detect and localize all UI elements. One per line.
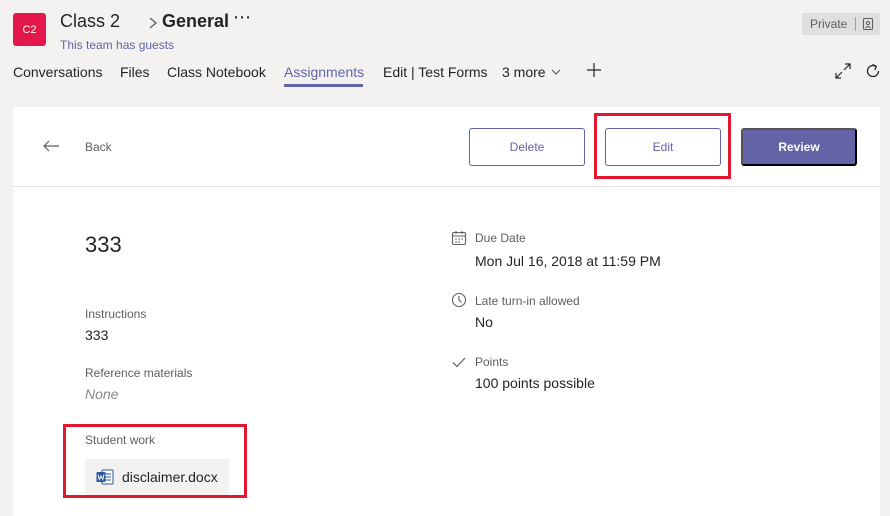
instructions-label: Instructions xyxy=(85,307,147,321)
tab-assignments[interactable]: Assignments xyxy=(284,64,364,80)
active-tab-indicator xyxy=(284,84,363,87)
clock-icon xyxy=(451,292,467,308)
tab-conversations[interactable]: Conversations xyxy=(13,64,103,80)
reference-materials-value: None xyxy=(85,386,119,402)
team-avatar[interactable]: C2 xyxy=(13,13,46,46)
arrow-left-icon[interactable] xyxy=(42,139,60,153)
tab-class-notebook[interactable]: Class Notebook xyxy=(167,64,266,80)
points-label: Points xyxy=(475,355,509,369)
expand-icon[interactable] xyxy=(834,62,852,80)
privacy-divider xyxy=(855,17,857,31)
tab-more[interactable]: 3 more xyxy=(502,64,546,80)
back-link[interactable]: Back xyxy=(85,140,112,154)
more-options-icon[interactable]: ⋯ xyxy=(233,7,252,28)
guest-notice: This team has guests xyxy=(60,38,175,52)
reference-materials-label: Reference materials xyxy=(85,366,193,380)
assignment-title: 333 xyxy=(85,232,122,257)
tab-edit-test-forms[interactable]: Edit | Test Forms xyxy=(383,64,488,80)
late-turn-in-label: Late turn-in allowed xyxy=(475,294,580,308)
student-work-highlight-box xyxy=(63,424,247,498)
points-value: 100 points possible xyxy=(475,375,595,391)
edit-highlight-box xyxy=(594,113,731,179)
channel-name[interactable]: General xyxy=(162,11,229,32)
due-date-label: Due Date xyxy=(475,231,526,245)
privacy-label: Private xyxy=(810,17,848,31)
calendar-icon xyxy=(451,231,467,246)
due-date-value: Mon Jul 16, 2018 at 11:59 PM xyxy=(475,253,661,269)
tab-files[interactable]: Files xyxy=(120,64,150,80)
chevron-down-icon[interactable] xyxy=(551,68,561,76)
team-name[interactable]: Class 2 xyxy=(60,11,120,32)
late-turn-in-value: No xyxy=(475,314,493,330)
privacy-badge[interactable]: Private xyxy=(802,13,880,35)
chevron-right-icon xyxy=(149,17,158,29)
add-tab-icon[interactable] xyxy=(586,62,602,78)
check-icon xyxy=(452,357,466,368)
badge-icon xyxy=(863,18,874,30)
review-button[interactable]: Review xyxy=(741,128,857,166)
instructions-value: 333 xyxy=(85,327,109,343)
toolbar-divider xyxy=(13,186,880,187)
delete-button[interactable]: Delete xyxy=(469,128,585,166)
refresh-icon[interactable] xyxy=(864,62,882,80)
